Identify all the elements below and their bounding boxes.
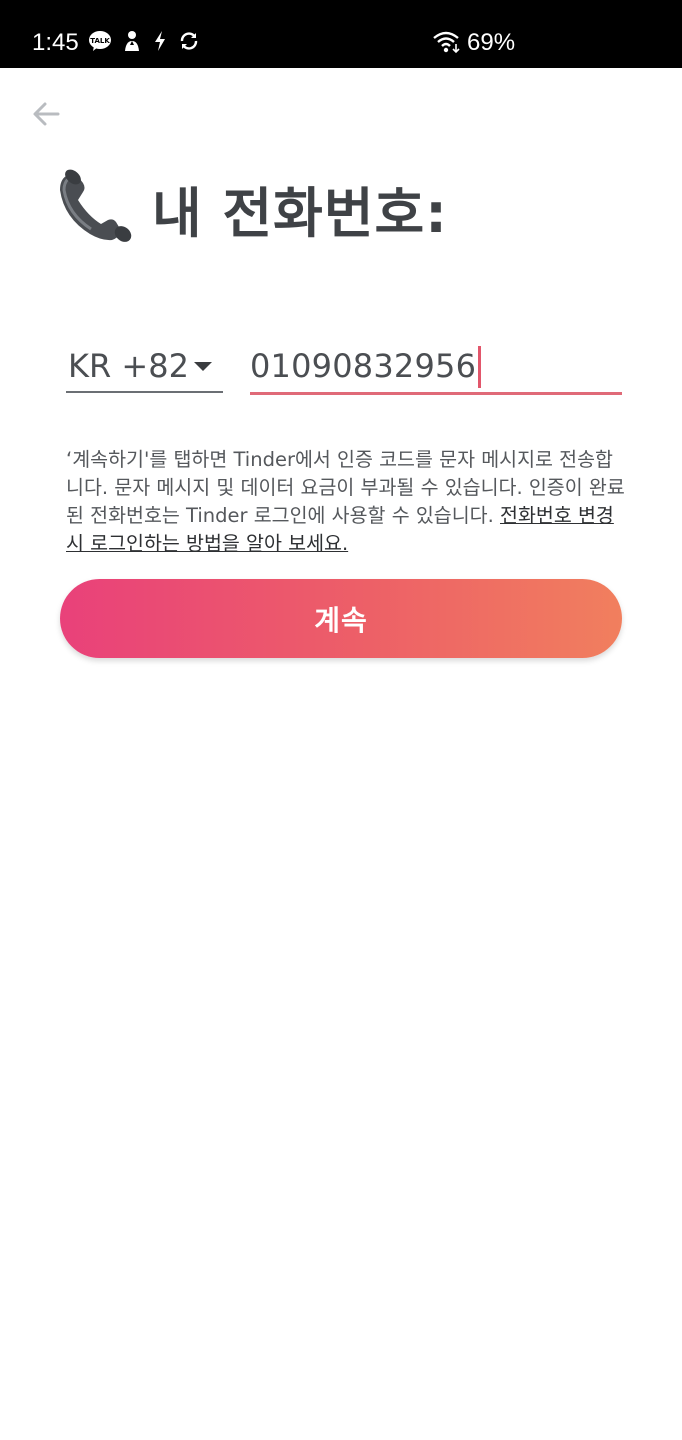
- sync-icon: [178, 30, 200, 56]
- status-bar: 1:45 TALK 69%: [0, 0, 682, 68]
- telephone-receiver-icon: [56, 168, 134, 248]
- page-title: 내 전화번호:: [152, 181, 448, 245]
- arrow-left-icon: [31, 99, 61, 133]
- sms-disclaimer: ‘계속하기'를 탭하면 Tinder에서 인증 코드를 문자 메시지로 전송합니…: [66, 446, 626, 558]
- status-time: 1:45: [32, 29, 79, 56]
- country-code-value: KR +82: [68, 347, 189, 385]
- country-code-select[interactable]: KR +82: [66, 342, 223, 393]
- continue-button[interactable]: 계속: [60, 579, 622, 658]
- phone-number-value: 01090832956: [250, 347, 477, 385]
- continue-button-label: 계속: [314, 603, 368, 637]
- kakaotalk-icon: TALK: [88, 30, 112, 56]
- wifi-icon: [432, 30, 462, 58]
- page-title-row: 내 전화번호:: [56, 168, 448, 248]
- phone-number-input[interactable]: 01090832956: [250, 342, 622, 395]
- battery-percentage: 69%: [467, 29, 516, 56]
- back-button[interactable]: [28, 98, 64, 134]
- person-notification-icon: [122, 30, 142, 56]
- dropdown-arrow-icon: [194, 362, 212, 371]
- kakao-badge-text: TALK: [90, 37, 110, 45]
- text-cursor: [478, 346, 482, 388]
- bolt-icon: [152, 30, 168, 56]
- phone-number-value-wrapper: 01090832956: [250, 346, 482, 388]
- status-icons: TALK: [88, 30, 200, 56]
